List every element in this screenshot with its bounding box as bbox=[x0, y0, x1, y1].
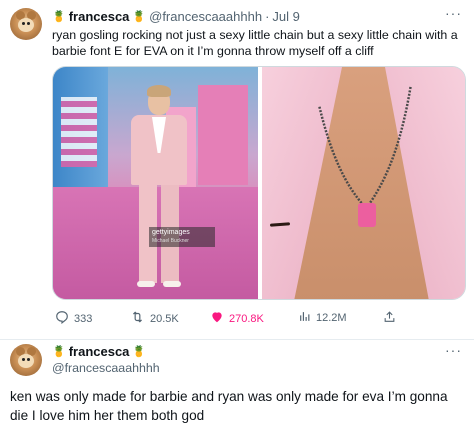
views-icon bbox=[298, 310, 311, 326]
pineapple-emoji-icon: 🍍 bbox=[132, 346, 147, 358]
display-name[interactable]: francesca bbox=[69, 9, 130, 24]
user-handle[interactable]: @francescaaahhhh bbox=[149, 9, 262, 24]
tweet-header: 🍍 francesca 🍍 @francescaaahhhh · Jul 9 bbox=[52, 9, 300, 24]
pineapple-emoji-icon: 🍍 bbox=[132, 11, 147, 23]
pineapple-emoji-icon: 🍍 bbox=[52, 346, 66, 358]
chain-necklace bbox=[318, 86, 412, 207]
like-count: 270.8K bbox=[229, 312, 264, 325]
views-count: 12.2M bbox=[316, 312, 347, 324]
dot-separator: · bbox=[265, 9, 270, 24]
user-handle[interactable]: @francescaaahhhh bbox=[52, 361, 160, 375]
tweet-text: ryan gosling rocking not just a sexy lit… bbox=[52, 28, 458, 58]
retweet-count: 20.5K bbox=[150, 312, 179, 325]
tweet-date[interactable]: Jul 9 bbox=[272, 9, 299, 24]
views-button[interactable]: 12.2M bbox=[298, 310, 347, 326]
necklace-closeup-photo[interactable] bbox=[262, 67, 465, 299]
pineapple-emoji-icon: 🍍 bbox=[52, 11, 66, 23]
tweet-header: 🍍 francesca 🍍 bbox=[52, 344, 146, 359]
tweet-original[interactable]: 🍍 francesca 🍍 @francescaaahhhh · Jul 9 ·… bbox=[0, 0, 474, 338]
tweet-divider bbox=[0, 339, 474, 340]
like-button[interactable]: 270.8K bbox=[210, 310, 264, 327]
red-carpet-photo[interactable]: gettyimages Michael Buckner bbox=[53, 67, 258, 299]
getty-watermark: gettyimages Michael Buckner bbox=[149, 227, 215, 247]
heart-icon bbox=[210, 310, 224, 327]
more-options-icon[interactable]: ··· bbox=[445, 5, 462, 21]
tweet-actions: 333 20.5K 270.8K 12.2M bbox=[52, 309, 466, 329]
reply-icon bbox=[55, 310, 69, 327]
display-name[interactable]: francesca bbox=[69, 344, 130, 359]
reply-count: 333 bbox=[74, 312, 93, 325]
more-options-icon[interactable]: ··· bbox=[445, 342, 462, 358]
share-icon bbox=[383, 310, 396, 327]
retweet-button[interactable]: 20.5K bbox=[130, 310, 179, 327]
retweet-icon bbox=[130, 310, 145, 327]
share-button[interactable] bbox=[383, 310, 396, 327]
pink-e-pendant bbox=[358, 203, 376, 227]
avatar[interactable] bbox=[10, 344, 42, 376]
tweet-media[interactable]: gettyimages Michael Buckner bbox=[52, 66, 466, 300]
tweet-text: ken was only made for barbie and ryan wa… bbox=[10, 389, 448, 423]
reply-button[interactable]: 333 bbox=[55, 310, 92, 327]
avatar[interactable] bbox=[10, 8, 42, 40]
